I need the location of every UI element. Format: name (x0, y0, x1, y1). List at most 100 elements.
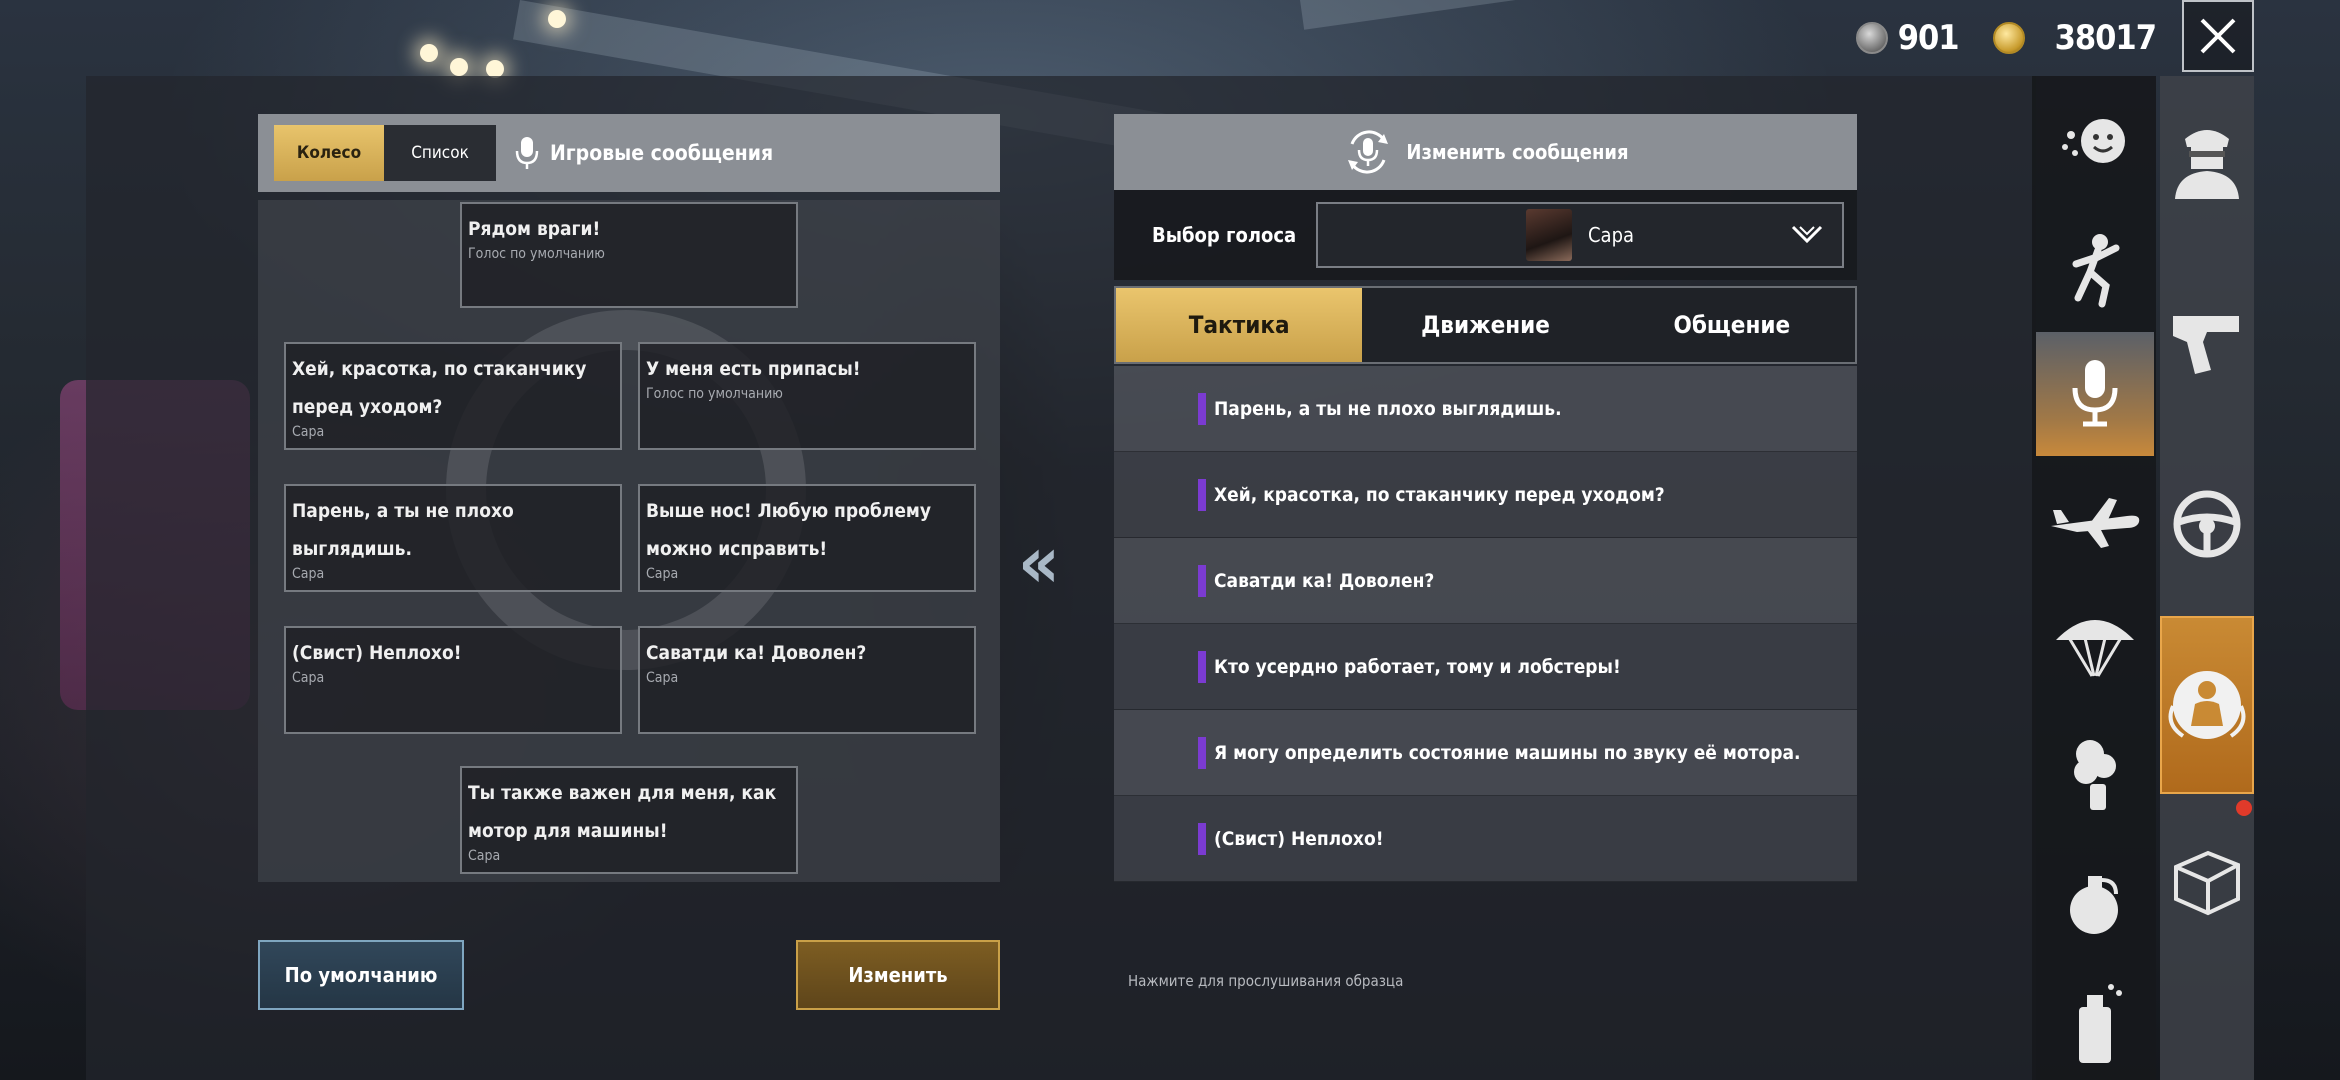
list-item-text: Саватди ка! Доволен? (1214, 569, 1435, 592)
slot-voice: Голос по умолчанию (468, 246, 605, 262)
message-marker (1198, 822, 1206, 855)
close-button[interactable] (2182, 0, 2254, 72)
message-list: Парень, а ты не плохо выглядишь. Хей, кр… (1114, 366, 1857, 886)
slot-message: Выше нос! Любую проблему можно исправить… (646, 500, 932, 560)
list-item-text: Хей, красотка, по стаканчику перед уходо… (1214, 483, 1665, 506)
pistol-icon (2173, 316, 2239, 374)
mic-edit-icon (1348, 130, 1389, 174)
sidebar-item-dance[interactable] (2036, 206, 2154, 330)
voice-value: Сара (1587, 223, 1635, 247)
wheel-slot-7[interactable]: Саватди ка! Доволен? Сара (638, 626, 976, 734)
sidebar-item-plane[interactable] (2036, 460, 2154, 584)
wheel-slot-5[interactable]: Выше нос! Любую проблему можно исправить… (638, 484, 976, 592)
notification-dot (2236, 800, 2252, 816)
chevron-down-icon (1791, 225, 1823, 244)
list-item[interactable]: Хей, красотка, по стаканчику перед уходо… (1114, 452, 1857, 538)
microphone-icon (515, 137, 539, 169)
sidebar-item-companion[interactable] (2160, 616, 2254, 794)
list-item[interactable]: (Свист) Неплохо! (1114, 796, 1857, 882)
slot-voice: Сара (468, 848, 501, 864)
list-item-text: (Свист) Неплохо! (1214, 827, 1384, 850)
slot-voice: Сара (646, 566, 679, 582)
slot-message: Парень, а ты не плохо выглядишь. (292, 500, 514, 560)
dance-pose-icon (2072, 234, 2120, 308)
slot-voice: Сара (292, 566, 325, 582)
steering-wheel-icon (2173, 490, 2241, 558)
sidebar-item-spray[interactable] (2036, 966, 2154, 1078)
sidebar-item-parachute[interactable] (2036, 584, 2154, 708)
wheel-slot-6[interactable]: (Свист) Неплохо! Сара (284, 626, 622, 734)
edit-messages-header: Изменить сообщения (1114, 114, 1857, 190)
sidebar-item-grenade[interactable] (2036, 840, 2154, 964)
tab-list[interactable]: Список (384, 125, 496, 181)
sidebar-item-crate[interactable] (2160, 820, 2254, 944)
sidebar-item-smoke[interactable] (2036, 710, 2154, 834)
tab-wheel[interactable]: Колесо (274, 125, 384, 181)
message-marker (1198, 478, 1206, 511)
sidebar-item-vehicle[interactable] (2160, 462, 2254, 586)
slot-message: Ты также важен для меня, как мотор для м… (468, 782, 777, 842)
tab-movement[interactable]: Движение (1362, 288, 1608, 362)
close-icon (2200, 18, 2236, 54)
message-wheel: Рядом враги! Голос по умолчанию Хей, кра… (258, 200, 1000, 882)
move-left-arrow-icon[interactable]: « (1018, 520, 1060, 604)
crate-box-icon (2174, 850, 2240, 916)
voice-label: Выбор голоса (1152, 223, 1297, 247)
wheel-slot-1[interactable]: Рядом враги! Голос по умолчанию (460, 202, 798, 308)
wheel-slot-3[interactable]: У меня есть припасы! Голос по умолчанию (638, 342, 976, 450)
edit-button[interactable]: Изменить (796, 940, 1000, 1010)
left-panel-header: Колесо Список Игровые сообщения (258, 114, 1000, 192)
wheel-slot-4[interactable]: Парень, а ты не плохо выглядишь. Сара (284, 484, 622, 592)
default-button[interactable]: По умолчанию (258, 940, 464, 1010)
background-lamp (548, 10, 566, 28)
spray-can-icon (2079, 984, 2122, 1063)
companion-person-icon (2168, 671, 2246, 739)
message-category-tabs: Тактика Движение Общение (1114, 286, 1857, 364)
wheel-slot-2[interactable]: Хей, красотка, по стаканчику перед уходо… (284, 342, 622, 450)
slot-voice: Сара (292, 670, 325, 686)
message-marker (1198, 650, 1206, 683)
message-marker (1198, 392, 1206, 425)
sidebar-item-character[interactable] (2160, 96, 2254, 220)
background-lamp (450, 58, 468, 76)
voice-dropdown[interactable]: Сара (1316, 202, 1844, 268)
list-item-text: Я могу определить состояние машины по зв… (1214, 741, 1801, 764)
message-marker (1198, 736, 1206, 769)
slot-message: У меня есть припасы! (646, 358, 861, 380)
currency-bar: 901 38017 (1855, 18, 2157, 58)
slot-message: Саватди ка! Доволен? (646, 642, 867, 664)
gold-coin-icon (1992, 22, 2025, 54)
list-item[interactable]: Кто усердно работает, тому и лобстеры! (1114, 624, 1857, 710)
gold-amount: 38017 (2054, 18, 2157, 58)
microphone-icon (2072, 360, 2118, 427)
sidebar-item-emotes[interactable] (2036, 80, 2154, 204)
wheel-slot-8[interactable]: Ты также важен для меня, как мотор для м… (460, 766, 798, 874)
emote-face-icon (2062, 119, 2125, 163)
listen-sample-hint: Нажмите для прослушивания образца (1128, 972, 1404, 990)
list-item[interactable]: Саватди ка! Доволен? (1114, 538, 1857, 624)
slot-message: Хей, красотка, по стаканчику перед уходо… (292, 358, 587, 418)
list-item[interactable]: Парень, а ты не плохо выглядишь. (1114, 366, 1857, 452)
silver-amount: 901 (1897, 18, 1960, 58)
tab-tactics[interactable]: Тактика (1116, 288, 1363, 362)
smoke-grenade-icon (2074, 740, 2116, 810)
sidebar-item-voice[interactable] (2036, 332, 2154, 456)
character-icon (2175, 130, 2239, 199)
list-item[interactable]: Я могу определить состояние машины по зв… (1114, 710, 1857, 796)
slot-voice: Сара (292, 424, 325, 440)
silver-coin-icon (1855, 22, 1888, 54)
background-lamp (420, 44, 438, 62)
avatar (1525, 209, 1572, 261)
slot-message: (Свист) Неплохо! (292, 642, 462, 664)
sidebar-item-weapon[interactable] (2160, 280, 2254, 404)
parachute-icon (2056, 620, 2134, 677)
edit-messages-title: Изменить сообщения (1406, 140, 1629, 164)
slot-voice: Сара (646, 670, 679, 686)
slot-voice: Голос по умолчанию (646, 386, 783, 402)
message-marker (1198, 564, 1206, 597)
left-title-text: Игровые сообщения (550, 141, 774, 165)
voice-selector-row: Выбор голоса Сара (1114, 190, 1857, 280)
list-item-text: Кто усердно работает, тому и лобстеры! (1214, 655, 1621, 678)
grenade-icon (2070, 876, 2118, 934)
tab-communication[interactable]: Общение (1609, 288, 1855, 362)
